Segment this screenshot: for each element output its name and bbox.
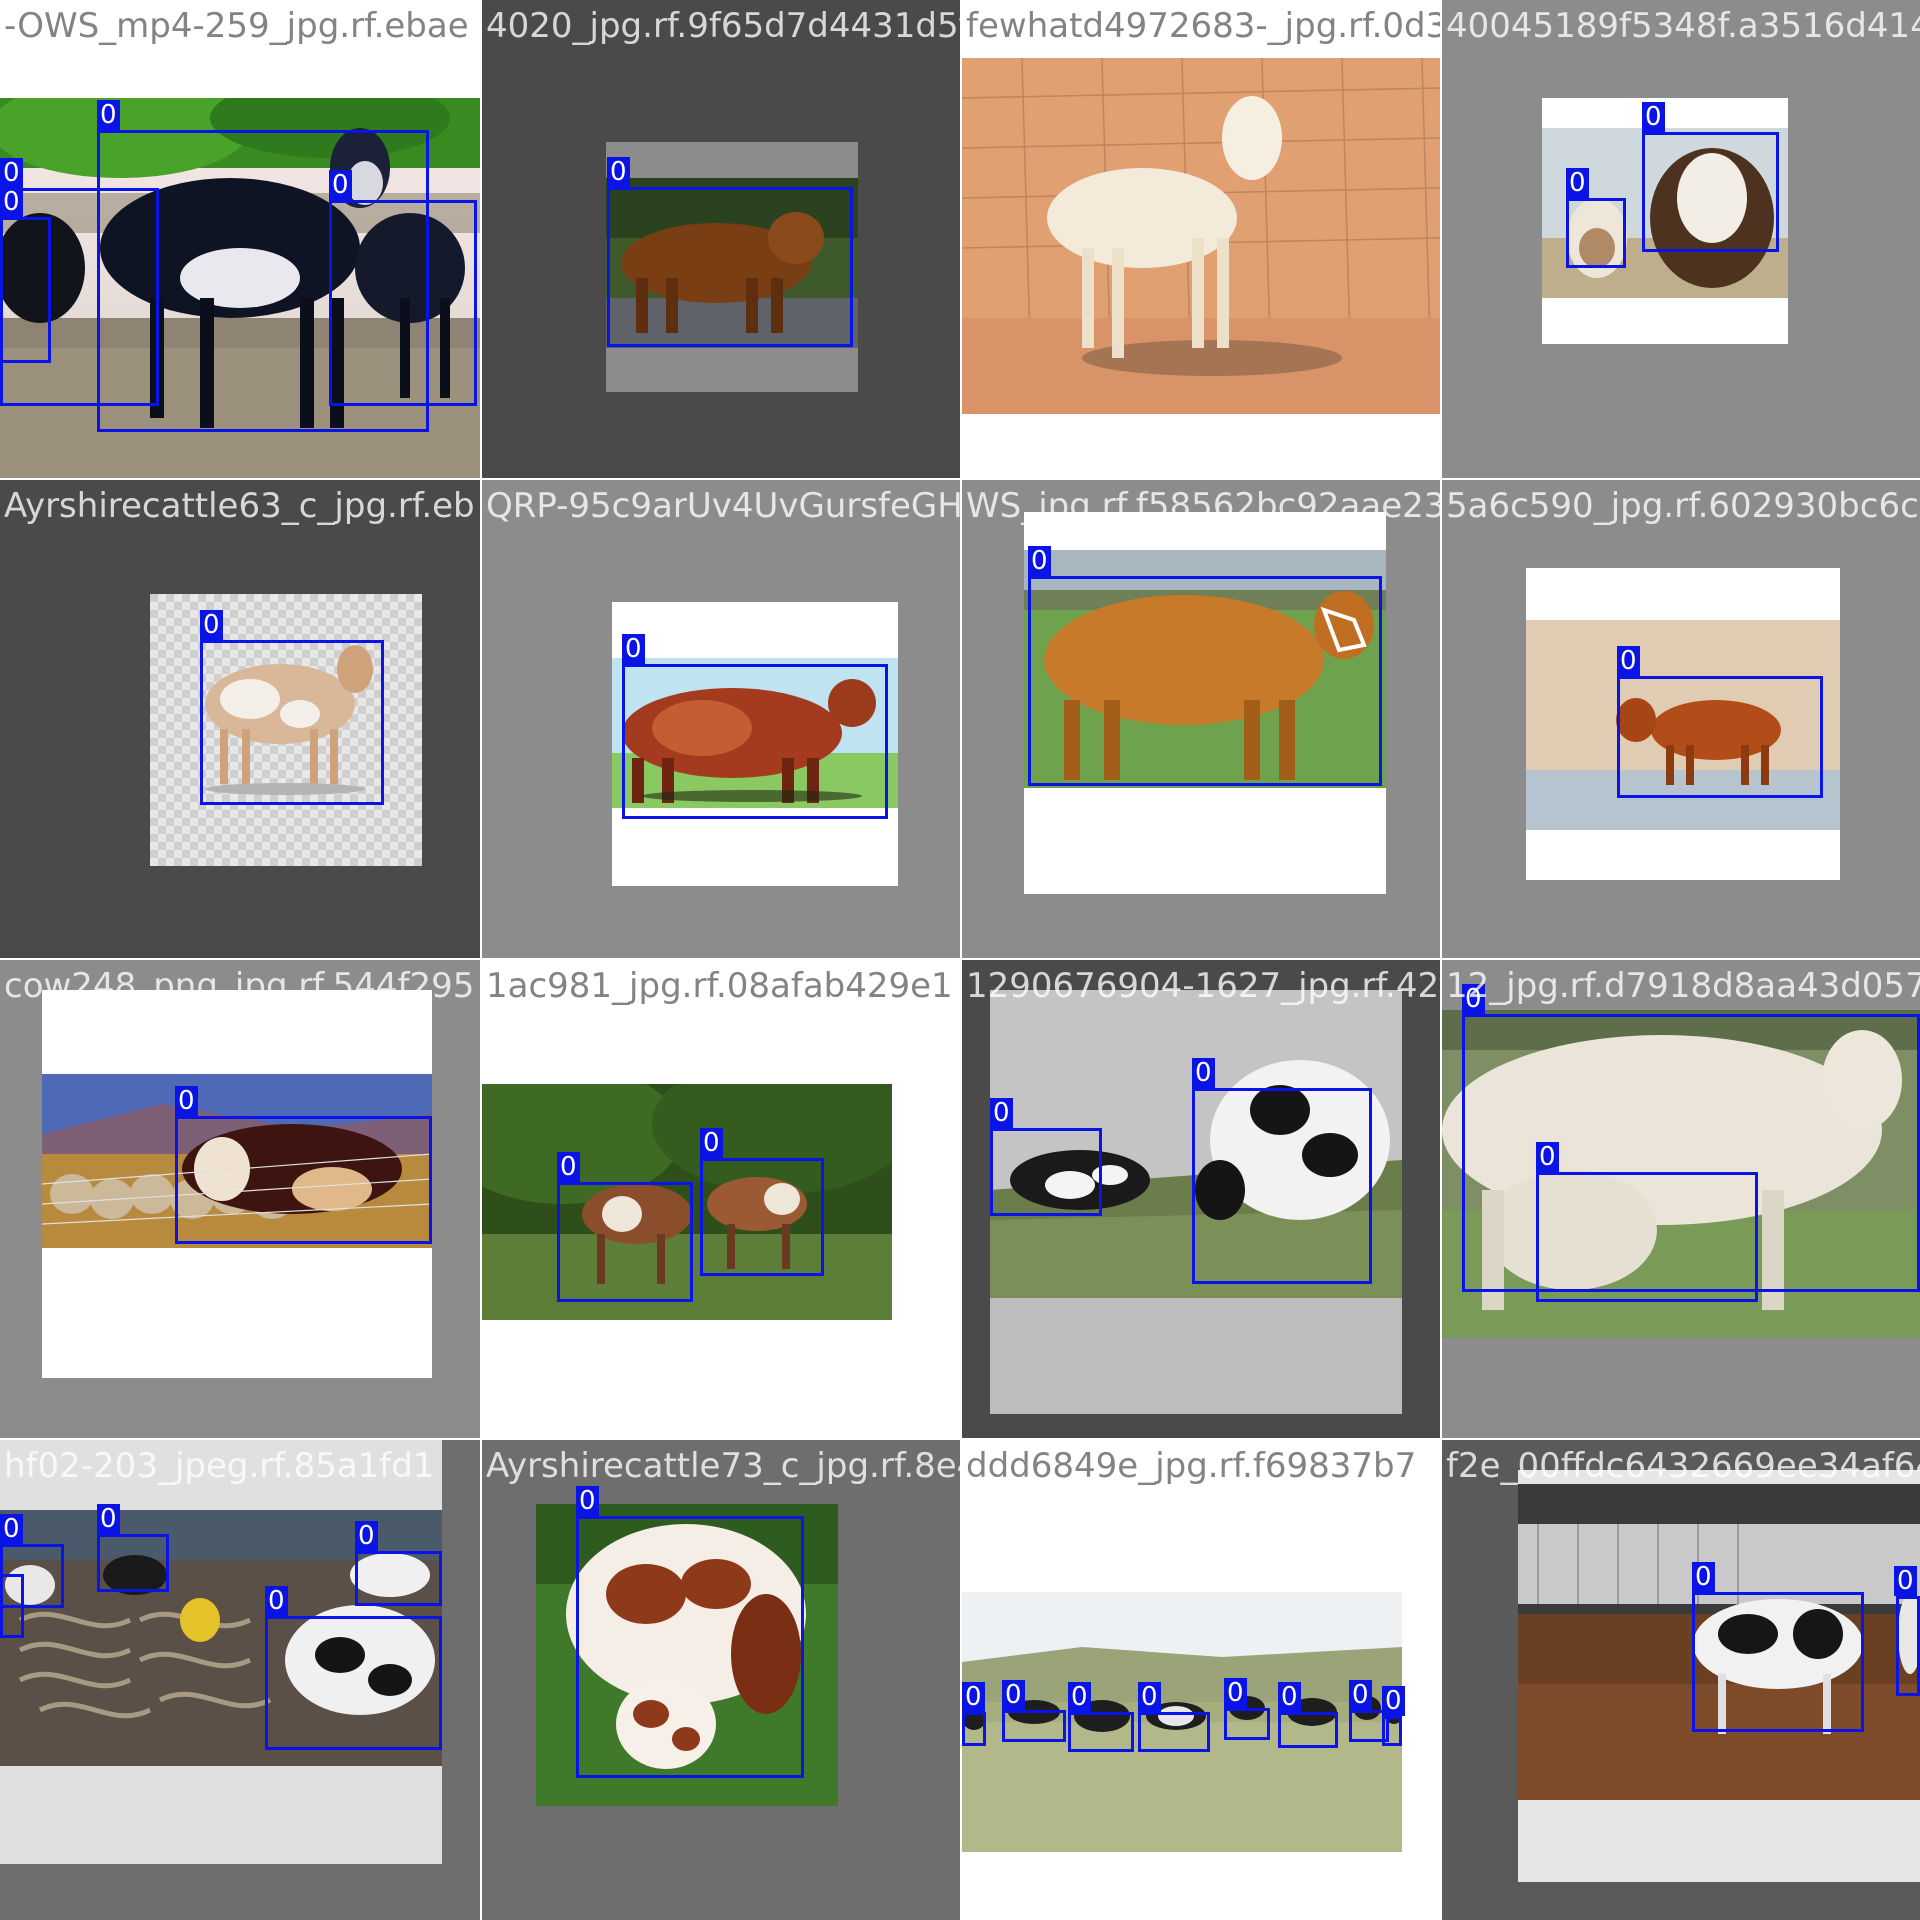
bounding-box — [1028, 576, 1382, 786]
bounding-box — [1002, 1710, 1066, 1742]
mosaic-tile: 0 5a6c590_jpg.rf.602930bc6c9 — [1442, 480, 1920, 958]
box-class-label: 0 — [97, 1504, 120, 1534]
tile-filename: 1ac981_jpg.rf.08afab429e1 — [486, 966, 953, 1006]
bounding-box — [1138, 1712, 1210, 1752]
bounding-box — [1192, 1088, 1372, 1284]
box-class-label: 0 — [700, 1128, 723, 1158]
bounding-box — [1692, 1592, 1864, 1732]
tile-filename: 5a6c590_jpg.rf.602930bc6c9 — [1446, 486, 1920, 526]
box-class-label: 0 — [1894, 1566, 1917, 1596]
bounding-box — [265, 1616, 442, 1750]
box-class-label: 0 — [1349, 1680, 1372, 1710]
box-class-label: 0 — [329, 170, 352, 200]
mosaic-tile: 0 0 0 0 0 0 0 0 ddd6849e_jpg.rf.f69837b7 — [962, 1440, 1440, 1920]
box-class-label: 0 — [0, 158, 23, 188]
box-class-label: 0 — [990, 1098, 1013, 1128]
bounding-box — [700, 1158, 824, 1276]
box-class-label: 0 — [1462, 984, 1485, 1014]
box-class-label: 0 — [200, 610, 223, 640]
mosaic-tile: 0 0 0 0 -OWS_mp4-259_jpg.rf.ebae — [0, 0, 480, 478]
mosaic-tile: fewhatd4972683-_jpg.rf.0d30 — [962, 0, 1440, 478]
bounding-box — [1224, 1708, 1270, 1740]
mosaic-tile: 0 0 12_jpg.rf.d7918d8aa43d057d — [1442, 960, 1920, 1438]
mosaic-tile: 0 QRP-95c9arUv4UvGursfeGH — [482, 480, 960, 958]
box-class-label: 0 — [1028, 546, 1051, 576]
bounding-box — [990, 1128, 1102, 1216]
box-class-label: 0 — [1068, 1682, 1091, 1712]
bounding-box — [175, 1116, 432, 1244]
mosaic-grid: 0 0 0 0 -OWS_mp4-259_jpg.rf.ebae 0 4020_… — [0, 0, 1920, 1920]
box-class-label: 0 — [355, 1521, 378, 1551]
bounding-box — [1278, 1712, 1338, 1748]
mosaic-tile: 0 0 1290676904-1627_jpg.rf.42f1c — [962, 960, 1440, 1438]
tile-filename: 40045189f5348f.a3516d414 — [1446, 6, 1920, 46]
box-class-label: 0 — [0, 1514, 23, 1544]
box-class-label: 0 — [1382, 1686, 1405, 1716]
bounding-box — [557, 1182, 693, 1302]
box-class-label: 0 — [1278, 1682, 1301, 1712]
bounding-box — [607, 187, 853, 347]
bounding-box — [962, 1712, 986, 1746]
white-goat-illustration — [962, 58, 1440, 414]
mosaic-tile: 0 WS_jpg.rf.f58562bc92aae23 — [962, 480, 1440, 958]
box-class-label: 0 — [962, 1682, 985, 1712]
box-class-label: 0 — [1536, 1142, 1559, 1172]
bounding-box — [0, 217, 51, 363]
bounding-box — [1896, 1596, 1920, 1696]
tile-filename: -OWS_mp4-259_jpg.rf.ebae — [4, 6, 469, 46]
bounding-box — [1382, 1716, 1402, 1746]
tile-photo — [962, 58, 1440, 414]
box-class-label: 0 — [1192, 1058, 1215, 1088]
bounding-box — [1642, 132, 1779, 252]
box-class-label: 0 — [576, 1486, 599, 1516]
bounding-box — [1536, 1172, 1758, 1302]
box-class-label: 0 — [622, 634, 645, 664]
mosaic-tile: 0 Ayrshirecattle63_c_jpg.rf.eb — [0, 480, 480, 958]
tile-filename: Ayrshirecattle73_c_jpg.rf.8e4 — [486, 1446, 960, 1486]
bounding-box — [1566, 198, 1626, 268]
bounding-box — [0, 1574, 24, 1638]
box-class-label: 0 — [265, 1586, 288, 1616]
bounding-box — [1068, 1712, 1134, 1752]
bounding-box — [622, 664, 888, 819]
mosaic-tile: 0 cow248_png_jpg.rf.544f295 — [0, 960, 480, 1438]
box-class-label: 0 — [557, 1152, 580, 1182]
box-class-label: 0 — [1692, 1562, 1715, 1592]
box-class-label: 0 — [97, 100, 120, 130]
box-class-label: 0 — [1224, 1678, 1247, 1708]
bounding-box — [200, 640, 384, 805]
box-class-label: 0 — [175, 1086, 198, 1116]
mosaic-tile: 0 0 40045189f5348f.a3516d414 — [1442, 0, 1920, 478]
box-class-label: 0 — [1138, 1682, 1161, 1712]
mosaic-tile: 0 4020_jpg.rf.9f65d7d4431d5ff0a4 — [482, 0, 960, 478]
box-class-label: 0 — [1566, 168, 1589, 198]
tile-filename: 4020_jpg.rf.9f65d7d4431d5ff0a4 — [486, 6, 960, 46]
tile-filename: Ayrshirecattle63_c_jpg.rf.eb — [4, 486, 475, 526]
bounding-box — [329, 200, 477, 406]
tile-filename: ddd6849e_jpg.rf.f69837b7 — [966, 1446, 1417, 1486]
tile-filename: QRP-95c9arUv4UvGursfeGH — [486, 486, 960, 526]
mosaic-tile: 0 Ayrshirecattle73_c_jpg.rf.8e4 — [482, 1440, 960, 1920]
mosaic-tile: 0 0 0 0 hf02-203_jpeg.rf.85a1fd1 — [0, 1440, 480, 1920]
tile-filename: fewhatd4972683-_jpg.rf.0d30 — [966, 6, 1440, 46]
box-class-label: 0 — [1002, 1680, 1025, 1710]
bounding-box — [355, 1551, 442, 1606]
box-class-label: 0 — [0, 187, 23, 217]
box-class-label: 0 — [1642, 102, 1665, 132]
bounding-box — [576, 1516, 804, 1778]
box-class-label: 0 — [607, 157, 630, 187]
mosaic-tile: 0 0 1ac981_jpg.rf.08afab429e1 — [482, 960, 960, 1438]
bounding-box — [97, 1534, 169, 1592]
tile-filename: 12_jpg.rf.d7918d8aa43d057d — [1446, 966, 1920, 1006]
box-class-label: 0 — [1617, 646, 1640, 676]
bounding-box — [1617, 676, 1823, 798]
mosaic-tile: 0 0 f2e_00ffdc6432669ee34af64 — [1442, 1440, 1920, 1920]
